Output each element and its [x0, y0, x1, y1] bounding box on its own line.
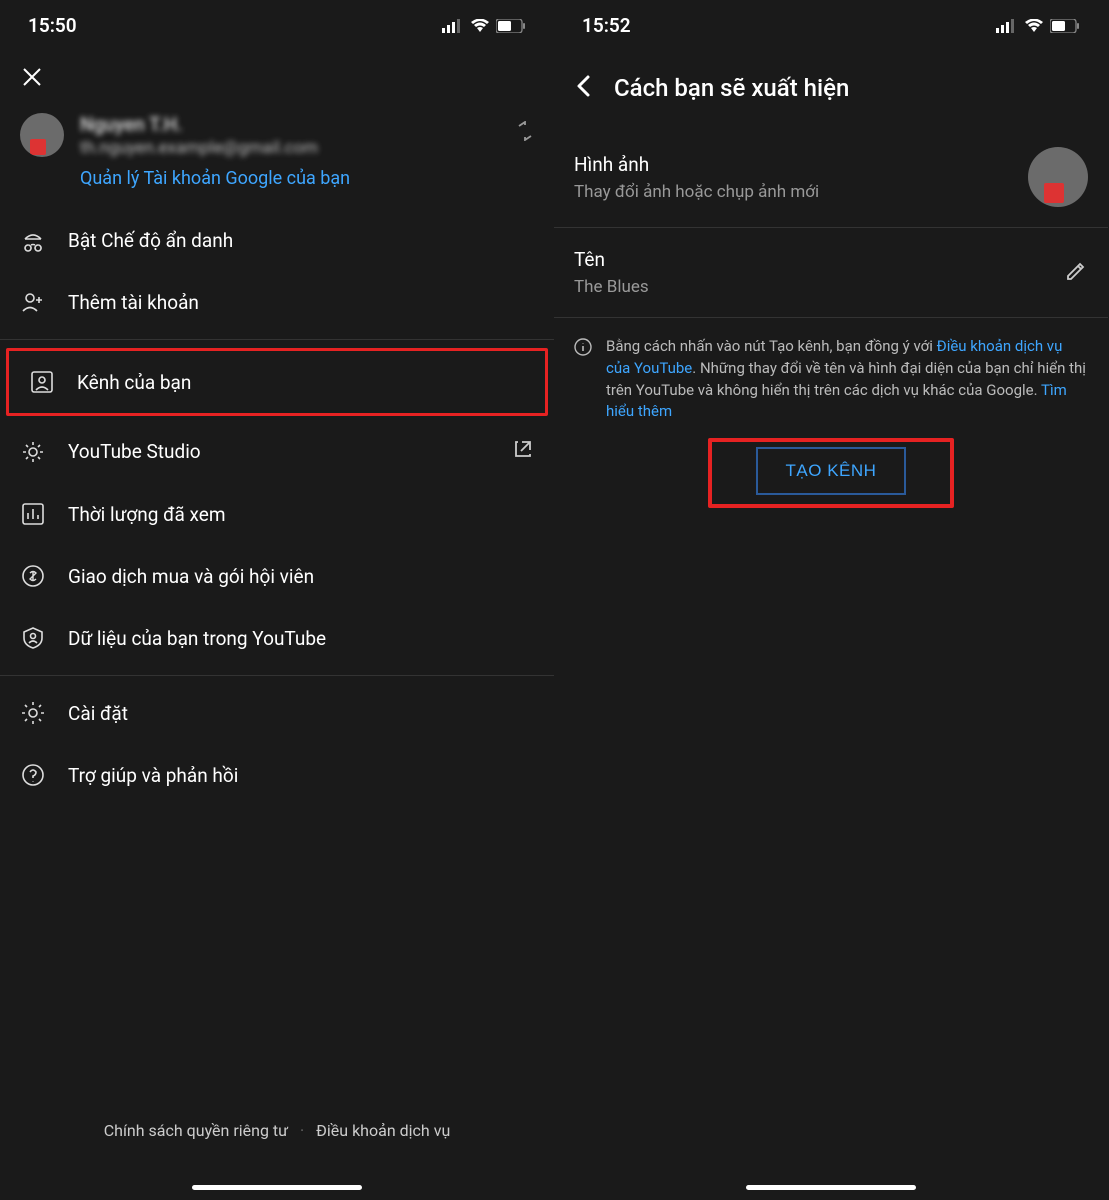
- chevron-left-icon: [574, 73, 592, 99]
- incognito-label: Bật Chế độ ẩn danh: [68, 229, 534, 252]
- wifi-icon: [1024, 19, 1044, 33]
- terms-info: Bằng cách nhấn vào nút Tạo kênh, bạn đồn…: [554, 318, 1108, 433]
- highlight-box-create: [708, 438, 954, 508]
- account-row[interactable]: Nguyen T.H. th.nguyen.example@gmail.com …: [0, 103, 554, 209]
- create-button-wrap: TẠO KÊNH: [554, 433, 1108, 509]
- name-section-value: The Blues: [574, 277, 1046, 297]
- switch-account-icon[interactable]: [516, 113, 534, 147]
- close-icon: [20, 65, 44, 89]
- status-time: 15:52: [582, 14, 631, 37]
- home-indicator[interactable]: [746, 1185, 916, 1190]
- image-section[interactable]: Hình ảnh Thay đổi ảnh hoặc chụp ảnh mới: [554, 127, 1108, 228]
- cellular-icon: [442, 19, 464, 33]
- settings-label: Cài đặt: [68, 702, 534, 725]
- time-watched-icon: [20, 501, 46, 527]
- create-channel-screen: 15:52 Cách bạn sẽ xuất hiện Hình ảnh Tha…: [554, 0, 1108, 1200]
- header: Cách bạn sẽ xuất hiện: [554, 47, 1108, 127]
- name-section-title: Tên: [574, 248, 1046, 271]
- studio-label: YouTube Studio: [68, 440, 490, 463]
- your-channel-label: Kênh của bạn: [77, 371, 525, 394]
- privacy-link[interactable]: Chính sách quyền riêng tư: [104, 1121, 288, 1140]
- info-icon: [574, 338, 592, 360]
- wifi-icon: [470, 19, 490, 33]
- your-channel-icon: [29, 369, 55, 395]
- add-account-label: Thêm tài khoản: [68, 291, 534, 314]
- add-account-icon: [20, 289, 46, 315]
- divider: [0, 675, 554, 676]
- terms-text: Bằng cách nhấn vào nút Tạo kênh, bạn đồn…: [606, 336, 1088, 423]
- studio-icon: [20, 439, 46, 465]
- incognito-item[interactable]: Bật Chế độ ẩn danh: [0, 209, 554, 271]
- pencil-icon: [1064, 259, 1088, 283]
- your-data-label: Dữ liệu của bạn trong YouTube: [68, 627, 534, 650]
- add-account-item[interactable]: Thêm tài khoản: [0, 271, 554, 333]
- close-button[interactable]: [0, 47, 554, 103]
- time-watched-item[interactable]: Thời lượng đã xem: [0, 483, 554, 545]
- your-data-item[interactable]: Dữ liệu của bạn trong YouTube: [0, 607, 554, 669]
- name-section[interactable]: Tên The Blues: [554, 228, 1108, 318]
- status-icons: [996, 19, 1080, 33]
- help-icon: [20, 762, 46, 788]
- home-indicator[interactable]: [192, 1185, 362, 1190]
- divider: [0, 339, 554, 340]
- your-channel-item[interactable]: Kênh của bạn: [9, 351, 545, 413]
- manage-account-link[interactable]: Quản lý Tài khoản Google của bạn: [80, 168, 500, 189]
- account-info: Nguyen T.H. th.nguyen.example@gmail.com …: [80, 113, 500, 189]
- edit-name-button[interactable]: [1064, 259, 1088, 287]
- battery-icon: [496, 19, 526, 33]
- account-menu-screen: 15:50 Nguyen T.H. th.nguyen.example@gmai…: [0, 0, 554, 1200]
- incognito-icon: [20, 227, 46, 253]
- back-button[interactable]: [570, 69, 596, 107]
- settings-icon: [20, 700, 46, 726]
- page-title: Cách bạn sẽ xuất hiện: [614, 74, 1092, 102]
- status-bar: 15:52: [554, 0, 1108, 47]
- time-watched-label: Thời lượng đã xem: [68, 503, 534, 526]
- highlight-box-channel: Kênh của bạn: [6, 348, 548, 416]
- image-section-title: Hình ảnh: [574, 153, 1010, 176]
- status-bar: 15:50: [0, 0, 554, 47]
- purchases-label: Giao dịch mua và gói hội viên: [68, 565, 534, 588]
- settings-item[interactable]: Cài đặt: [0, 682, 554, 744]
- status-icons: [442, 19, 526, 33]
- account-email: th.nguyen.example@gmail.com: [80, 138, 500, 158]
- help-label: Trợ giúp và phản hồi: [68, 764, 534, 787]
- purchases-item[interactable]: Giao dịch mua và gói hội viên: [0, 545, 554, 607]
- terms-link[interactable]: Điều khoản dịch vụ: [316, 1121, 450, 1140]
- your-data-icon: [20, 625, 46, 651]
- purchases-icon: [20, 563, 46, 589]
- external-link-icon: [512, 438, 534, 465]
- studio-item[interactable]: YouTube Studio: [0, 420, 554, 483]
- status-time: 15:50: [28, 14, 77, 37]
- help-item[interactable]: Trợ giúp và phản hồi: [0, 744, 554, 806]
- battery-icon: [1050, 19, 1080, 33]
- image-section-sub: Thay đổi ảnh hoặc chụp ảnh mới: [574, 182, 1010, 202]
- avatar: [20, 113, 64, 157]
- cellular-icon: [996, 19, 1018, 33]
- footer: Chính sách quyền riêng tư · Điều khoản d…: [0, 1121, 554, 1140]
- channel-avatar[interactable]: [1028, 147, 1088, 207]
- account-name: Nguyen T.H.: [80, 113, 500, 136]
